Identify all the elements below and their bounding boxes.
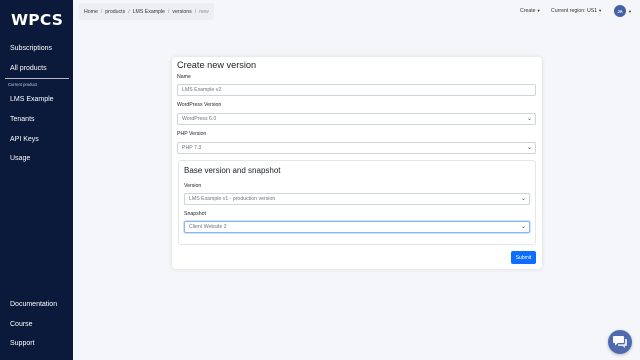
chat-icon bbox=[613, 336, 627, 348]
name-label: Name bbox=[177, 74, 191, 80]
sidebar-item-api-keys[interactable]: API Keys bbox=[10, 136, 39, 143]
caret-down-icon: ▼ bbox=[598, 8, 603, 13]
breadcrumb-new: new bbox=[199, 8, 209, 15]
base-version-section: Base version and snapshot Version LMS Ex… bbox=[178, 160, 536, 245]
caret-down-icon: ▼ bbox=[536, 8, 541, 13]
create-menu[interactable]: Create▼ bbox=[520, 8, 541, 14]
base-version-select[interactable]: LMS Example v1 - production version ⌄ bbox=[184, 193, 530, 205]
sidebar-item-subscriptions[interactable]: Subscriptions bbox=[10, 45, 52, 52]
breadcrumb-separator: / bbox=[100, 8, 103, 15]
snapshot-value: Client Website 2 bbox=[189, 224, 227, 230]
breadcrumb: Home / products / LMS Example / versions… bbox=[79, 3, 214, 20]
breadcrumb-separator: / bbox=[194, 8, 197, 15]
php-version-value: PHP 7.3 bbox=[182, 145, 202, 151]
sidebar-item-course[interactable]: Course bbox=[10, 321, 33, 328]
wordpress-version-label: WordPress Version bbox=[177, 102, 222, 108]
sidebar-item-documentation[interactable]: Documentation bbox=[10, 301, 57, 308]
sidebar-item-support[interactable]: Support bbox=[10, 340, 35, 347]
avatar[interactable]: JA bbox=[614, 5, 626, 17]
wpcs-logo[interactable]: WPCS bbox=[11, 11, 63, 29]
sidebar-item-lms-example[interactable]: LMS Example bbox=[10, 96, 54, 103]
breadcrumb-home[interactable]: Home bbox=[84, 9, 98, 15]
breadcrumb-products[interactable]: products bbox=[105, 9, 125, 15]
sidebar-item-usage[interactable]: Usage bbox=[10, 155, 30, 162]
breadcrumb-lms-example[interactable]: LMS Example bbox=[133, 9, 165, 15]
breadcrumb-versions[interactable]: versions bbox=[172, 9, 191, 15]
create-version-card: Create new version Name LMS Example v2 W… bbox=[172, 57, 542, 269]
version-label: Version bbox=[184, 183, 202, 189]
current-product-caption: Current product bbox=[8, 82, 38, 87]
chat-button[interactable] bbox=[608, 330, 632, 354]
base-version-value: LMS Example v1 - production version bbox=[189, 196, 276, 202]
page-title: Create new version bbox=[177, 60, 257, 70]
chevron-down-icon: ⌄ bbox=[520, 224, 526, 230]
wordpress-version-value: WordPress 6.0 bbox=[182, 116, 217, 122]
php-version-select[interactable]: PHP 7.3 ⌄ bbox=[177, 142, 536, 154]
name-input-value: LMS Example v2 bbox=[182, 87, 222, 93]
sidebar-divider bbox=[5, 78, 69, 79]
php-version-label: PHP Version bbox=[177, 131, 207, 137]
create-menu-label: Create bbox=[520, 8, 536, 14]
sidebar-item-all-products[interactable]: All products bbox=[10, 65, 47, 72]
sidebar: WPCS Subscriptions All products Current … bbox=[0, 0, 73, 360]
submit-button[interactable]: Submit bbox=[511, 251, 536, 264]
chevron-down-icon: ⌄ bbox=[526, 116, 532, 122]
region-menu[interactable]: Current region: US1▼ bbox=[551, 8, 602, 14]
chevron-down-icon: ⌄ bbox=[520, 196, 526, 202]
chevron-down-icon: ⌄ bbox=[526, 145, 532, 151]
topbar: Home / products / LMS Example / versions… bbox=[73, 0, 640, 24]
region-menu-label: Current region: US1 bbox=[551, 8, 598, 14]
caret-down-icon[interactable]: ▼ bbox=[628, 9, 632, 14]
snapshot-label: Snapshot bbox=[184, 211, 206, 217]
breadcrumb-separator: / bbox=[167, 8, 170, 15]
breadcrumb-separator: / bbox=[128, 8, 130, 15]
wordpress-version-select[interactable]: WordPress 6.0 ⌄ bbox=[177, 113, 536, 125]
snapshot-select[interactable]: Client Website 2 ⌄ bbox=[184, 221, 530, 233]
sidebar-item-tenants[interactable]: Tenants bbox=[10, 116, 35, 123]
base-section-title: Base version and snapshot bbox=[184, 166, 281, 175]
name-input[interactable]: LMS Example v2 bbox=[177, 84, 536, 96]
